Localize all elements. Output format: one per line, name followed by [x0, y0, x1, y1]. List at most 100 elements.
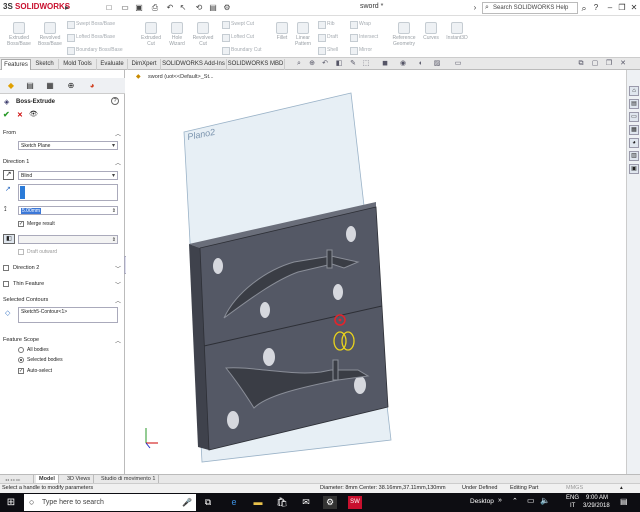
auto-select-checkbox[interactable]: ✓: [18, 368, 24, 374]
boundary-boss-button[interactable]: Boundary Boss/Base: [67, 47, 123, 55]
notifications-icon[interactable]: ▤: [620, 497, 628, 506]
help-icon[interactable]: ?: [111, 97, 119, 105]
save-icon[interactable]: ▣: [134, 3, 144, 13]
draft-outward-checkbox[interactable]: [18, 249, 24, 255]
rib-button[interactable]: Rib: [318, 21, 335, 29]
spin-arrows-icon[interactable]: ⇕: [112, 207, 116, 215]
dynamic-annotation-icon[interactable]: ✎: [348, 59, 358, 69]
draft-angle-input[interactable]: ⇕: [18, 235, 118, 244]
selected-bodies-radio[interactable]: [18, 357, 24, 363]
forum-icon[interactable]: ▣: [629, 164, 639, 174]
ok-check-icon[interactable]: ✔: [3, 110, 10, 119]
chevron-up-icon[interactable]: ︿: [115, 336, 121, 345]
rebuild-icon[interactable]: ⟲: [194, 3, 204, 13]
tab-features[interactable]: Features: [1, 59, 31, 70]
undo-icon[interactable]: ↶: [165, 3, 175, 13]
spin-arrows-icon[interactable]: ⇕: [112, 236, 116, 244]
customize-status-icon[interactable]: ▴: [620, 484, 623, 493]
clock-date[interactable]: 3/29/2018: [583, 503, 610, 509]
store-icon[interactable]: 🛍: [275, 496, 289, 509]
graphics-area[interactable]: ◆ sword (uot<<Default>_St... Plano2: [126, 70, 626, 474]
solidworks-taskbar-icon[interactable]: ⚙: [323, 496, 337, 509]
direction2-label[interactable]: Direction 2: [13, 265, 39, 271]
tray-up-icon[interactable]: ⌃: [512, 497, 518, 505]
custom-properties-icon[interactable]: ▥: [629, 151, 639, 161]
chevron-down-icon[interactable]: ﹀: [115, 280, 121, 289]
instant3d-button[interactable]: Instant3D: [442, 22, 472, 41]
contour-selection-box[interactable]: Sketch5-Contour<1>: [18, 307, 118, 323]
file-explorer-taskbar-icon[interactable]: ▬: [251, 496, 265, 509]
reference-geometry-button[interactable]: Reference Geometry: [387, 22, 421, 47]
hide-show-items-icon[interactable]: ◉: [398, 59, 408, 69]
chevron-down-icon[interactable]: ﹀: [115, 264, 121, 273]
windows-start-icon[interactable]: ⊞: [4, 496, 18, 509]
selected-contours-label[interactable]: Selected Contours: [3, 297, 48, 303]
language-indicator[interactable]: ENG: [566, 495, 579, 501]
appearances-icon[interactable]: ◕: [629, 138, 639, 148]
tab-solidworks-add-ins[interactable]: SOLIDWORKS Add-Ins: [161, 59, 227, 70]
all-bodies-radio[interactable]: [18, 347, 24, 353]
display-manager-icon[interactable]: ◕: [87, 81, 97, 91]
curves-button[interactable]: Curves: [420, 22, 442, 41]
chevron-up-icon[interactable]: ︿: [115, 296, 121, 305]
feature-manager-icon[interactable]: ◆: [6, 81, 16, 91]
open-folder-icon[interactable]: ▭: [120, 3, 130, 13]
extruded-boss-button[interactable]: Extruded Boss/Base: [4, 22, 34, 47]
restore-icon[interactable]: ❐: [616, 2, 628, 14]
chevron-up-icon[interactable]: ︿: [115, 129, 121, 138]
tab-evaluate[interactable]: Evaluate: [97, 59, 128, 70]
apply-scene-icon[interactable]: ▨: [432, 59, 442, 69]
hole-wizard-button[interactable]: Hole Wizard: [164, 22, 190, 47]
microphone-icon[interactable]: 🎤: [182, 494, 192, 511]
cancel-x-icon[interactable]: ✕: [17, 111, 23, 119]
zoom-to-area-icon[interactable]: ⊕: [307, 59, 317, 69]
swept-boss-button[interactable]: Swept Boss/Base: [67, 21, 115, 29]
file-explorer-icon[interactable]: ▭: [629, 112, 639, 122]
swept-cut-button[interactable]: Swept Cut: [222, 21, 254, 29]
fillet-button[interactable]: Fillet: [272, 22, 292, 41]
merge-result-checkbox[interactable]: ✓: [18, 221, 24, 227]
solidworks-resources-icon[interactable]: ⌂: [629, 86, 639, 96]
edge-browser-icon[interactable]: e: [227, 496, 241, 509]
menu-arrow-icon[interactable]: ▸: [62, 3, 72, 13]
view-palette-icon[interactable]: ▦: [629, 125, 639, 135]
direction1-label[interactable]: Direction 1: [3, 159, 29, 165]
minimize-icon[interactable]: –: [604, 2, 616, 14]
dimxpert-manager-icon[interactable]: ⊕: [66, 81, 76, 91]
viewport-close-icon[interactable]: ✕: [618, 59, 628, 69]
viewport-maximize-icon[interactable]: ❐: [604, 59, 614, 69]
revolved-cut-button[interactable]: Revolved Cut: [190, 22, 216, 47]
select-arrow-icon[interactable]: ↖: [178, 3, 188, 13]
draft-button[interactable]: Draft: [318, 34, 338, 42]
lofted-boss-button[interactable]: Lofted Boss/Base: [67, 34, 115, 42]
from-section-label[interactable]: From: [3, 130, 16, 136]
view-settings-icon[interactable]: ▭: [453, 59, 463, 69]
extruded-cut-button[interactable]: Extruded Cut: [137, 22, 165, 47]
unit-system[interactable]: MMGS: [566, 484, 583, 493]
solidworks-app-icon[interactable]: SW: [348, 496, 362, 509]
close-icon[interactable]: ✕: [628, 2, 640, 14]
task-view-icon[interactable]: ⧉: [201, 496, 215, 509]
edit-appearance-icon[interactable]: ◐: [416, 59, 426, 69]
taskbar-search-box[interactable]: ○ Type here to search 🎤: [24, 494, 196, 511]
view-orientation-icon[interactable]: ⬚: [361, 59, 371, 69]
solidworks-logo[interactable]: 3S SOLIDWORKS: [3, 2, 70, 11]
draft-on-off-icon[interactable]: ◧: [3, 234, 15, 244]
intersect-button[interactable]: Intersect: [350, 34, 378, 42]
tab-solidworks-mbd[interactable]: SOLIDWORKS MBD: [227, 59, 285, 70]
volume-icon[interactable]: 🔈: [540, 496, 550, 505]
feature-scope-label[interactable]: Feature Scope: [3, 337, 39, 343]
viewport-restore-icon[interactable]: ⧉: [576, 59, 586, 69]
direction2-checkbox[interactable]: [3, 265, 9, 271]
network-icon[interactable]: ▭: [527, 496, 535, 505]
revolved-boss-button[interactable]: Revolved Boss/Base: [35, 22, 65, 47]
help-search-input[interactable]: ⌕ Search SOLIDWORKS Help: [482, 2, 578, 14]
direction-selection-box[interactable]: [18, 184, 118, 201]
help-arrow-icon[interactable]: ›: [470, 3, 480, 13]
preview-eye-icon[interactable]: 👁: [29, 110, 38, 118]
reverse-direction-icon[interactable]: ↗: [3, 170, 14, 180]
mail-icon[interactable]: ✉: [299, 496, 313, 509]
property-manager-icon[interactable]: ▤: [25, 81, 35, 91]
zoom-to-fit-icon[interactable]: ⌕: [294, 59, 304, 69]
options-gear-icon[interactable]: ⚙: [222, 3, 232, 13]
